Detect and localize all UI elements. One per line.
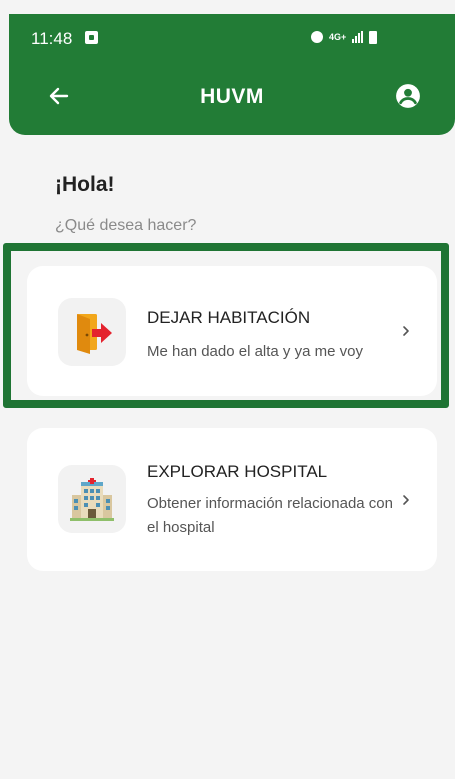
leave-room-title: DEJAR HABITACIÓN — [147, 308, 311, 327]
account-icon[interactable] — [395, 83, 421, 109]
explore-hospital-card[interactable]: EXPLORAR HOSPITAL Obtener información re… — [27, 428, 437, 571]
notification-icon — [85, 31, 98, 44]
app-bar: 11:48 4G+ HUVM — [9, 14, 455, 135]
greeting-title: ¡Hola! — [55, 173, 115, 196]
network-type: 4G+ — [329, 31, 347, 42]
status-bar: 11:48 4G+ — [9, 14, 455, 60]
hospital-building-icon — [70, 478, 114, 521]
chevron-right-icon — [403, 326, 409, 336]
page-title: HUVM — [200, 85, 264, 108]
card-icon-container — [58, 465, 126, 533]
explore-hospital-title: EXPLORAR HOSPITAL — [147, 462, 328, 481]
explore-hospital-description: Obtener información relacionada con el h… — [147, 495, 393, 536]
screen: 11:48 4G+ HUVM ¡Hola! ¿Qué desea hacer? … — [0, 0, 455, 779]
signal-icon — [352, 31, 364, 43]
status-icons: 4G+ — [311, 29, 378, 45]
leave-room-card[interactable]: DEJAR HABITACIÓN Me han dado el alta y y… — [27, 266, 437, 396]
alarm-icon — [311, 31, 323, 43]
toolbar: HUVM — [9, 74, 455, 124]
chevron-right-icon — [403, 495, 409, 505]
status-time: 11:48 — [31, 29, 73, 48]
battery-icon — [369, 30, 378, 44]
leave-room-description: Me han dado el alta y ya me voy — [147, 343, 363, 360]
card-icon-container — [58, 298, 126, 366]
greeting-subtitle: ¿Qué desea hacer? — [55, 217, 197, 234]
exit-door-icon — [77, 314, 112, 354]
